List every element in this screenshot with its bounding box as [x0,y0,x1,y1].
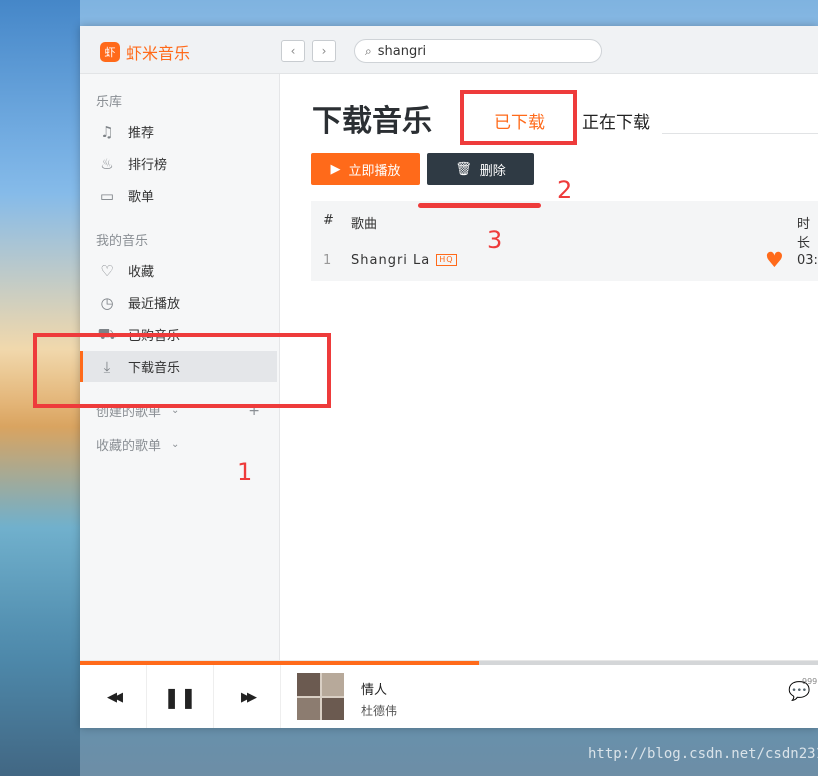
song-title-text: Shangri La [351,253,431,268]
annotation-number-3: 3 [487,226,503,254]
app-logo[interactable]: 虾 虾米音乐 [100,40,190,64]
sidebar-item-playlists[interactable]: ▭ 歌单 [80,180,274,211]
now-playing-artist[interactable]: 杜德伟 [361,702,397,719]
sidebar-item-charts[interactable]: ♨ 排行榜 [80,148,274,179]
player-bar: ◀◀ ❚❚ ▶▶ 情人 杜德伟 💬 999+ [80,660,818,728]
sidebar-item-label: 推荐 [128,126,155,141]
sidebar-item-label: 排行榜 [128,158,168,173]
hq-badge: HQ [436,254,457,266]
collected-playlists-toggle[interactable]: 收藏的歌单 ⌄ [96,435,179,454]
tab-divider [662,133,818,134]
delete-button[interactable]: 🗑 删除 [427,153,534,185]
collected-playlists-label: 收藏的歌单 [96,439,162,454]
forward-button[interactable]: › [312,40,336,62]
watermark: http://blog.csdn.net/csdn2314 [588,746,818,762]
delete-label: 删除 [479,163,506,179]
sidebar-item-label: 收藏 [128,265,155,280]
search-input[interactable] [375,42,580,60]
row-song-title[interactable]: Shangri La HQ [351,253,457,268]
search-icon: ⌕ [365,43,372,58]
main-content: 下载音乐 已下载 正在下载 ▶ 立即播放 🗑 删除 # 歌曲 时长 1 Shan… [280,74,818,660]
sidebar-item-favorites[interactable]: ♡ 收藏 [80,255,274,286]
now-playing-title[interactable]: 情人 [361,679,387,698]
row-index: 1 [323,253,332,268]
music-note-icon: ♫ [100,122,114,141]
chevron-down-icon: ⌄ [171,439,180,450]
song-table: # 歌曲 时长 1 Shangri La HQ ♥ 03: [311,201,818,281]
pause-icon: ❚❚ [163,685,197,709]
back-button[interactable]: ‹ [281,40,305,62]
album-cover[interactable] [297,673,344,720]
previous-button[interactable]: ◀◀ [80,665,147,728]
annotation-number-1: 1 [237,458,253,486]
play-now-button[interactable]: ▶ 立即播放 [311,153,420,185]
pause-button[interactable]: ❚❚ [147,665,214,728]
annotation-number-2: 2 [557,176,573,204]
heart-outline-icon: ♡ [100,261,114,280]
favorite-heart-icon[interactable]: ♥ [765,248,784,272]
previous-icon: ◀◀ [107,689,123,705]
sidebar-item-recent[interactable]: ◷ 最近播放 [80,287,274,318]
play-now-label: 立即播放 [348,163,401,179]
sidebar-item-label: 最近播放 [128,297,181,312]
tab-downloading[interactable]: 正在下载 [582,108,650,133]
play-icon: ▶ [330,161,341,177]
column-header-index: # [323,213,334,228]
next-button[interactable]: ▶▶ [214,665,281,728]
sidebar-item-label: 歌单 [128,190,155,205]
playlist-screen-icon: ▭ [99,186,115,205]
my-music-header: 我的音乐 [96,234,149,249]
flame-icon: ♨ [100,154,114,173]
annotation-box-2 [460,90,577,145]
row-duration: 03: [797,253,818,268]
clock-icon: ◷ [100,293,114,312]
next-icon: ▶▶ [241,689,257,705]
comment-count: 999+ [802,677,818,686]
column-header-song: 歌曲 [351,217,378,232]
library-header: 乐库 [96,95,123,110]
app-name: 虾米音乐 [126,44,191,63]
sidebar-item-recommend[interactable]: ♫ 推荐 [80,116,274,147]
page-title: 下载音乐 [312,104,432,139]
search-box[interactable]: ⌕ [354,39,602,63]
trash-icon: 🗑 [455,161,472,177]
annotation-box-1 [33,333,331,408]
annotation-underline [418,203,541,208]
xiami-logo-icon: 虾 [100,42,120,62]
title-bar: 虾 虾米音乐 ‹ › ⌕ [80,26,818,74]
column-header-duration: 时长 [797,217,811,251]
